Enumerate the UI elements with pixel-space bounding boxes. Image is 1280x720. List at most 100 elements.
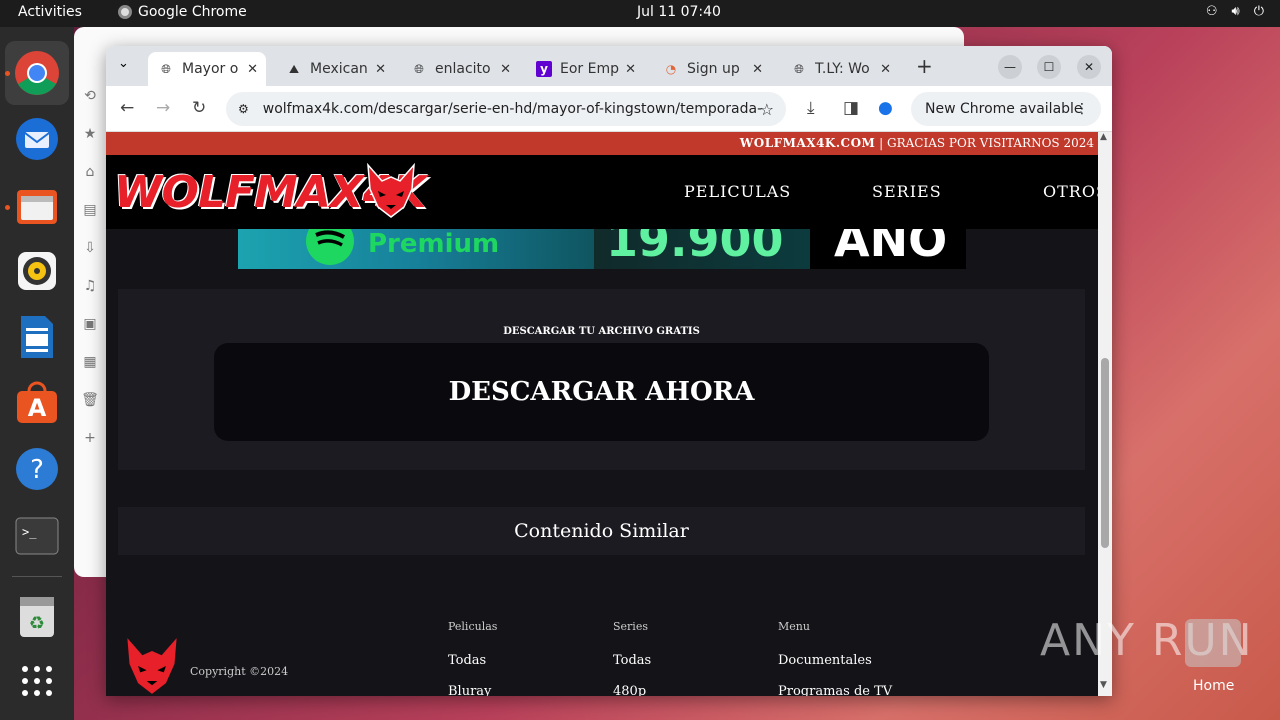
close-tab-icon[interactable]: ✕ — [375, 62, 386, 77]
minimize-button[interactable]: — — [998, 55, 1022, 79]
banner-ano: AÑO — [834, 229, 948, 267]
page-viewport[interactable]: WOLFMAX4K.COM | GRACIAS POR VISITARNOS 2… — [106, 132, 1098, 696]
globe-icon: 🌐︎ — [414, 61, 424, 76]
downloads-button[interactable]: ⤓ — [807, 98, 815, 118]
dock-divider — [12, 576, 62, 577]
banner-section: 19.900 — [594, 229, 810, 269]
home-folder-desktop-icon[interactable] — [1185, 619, 1241, 667]
pictures-icon[interactable]: ▣ — [74, 305, 106, 343]
nav-series[interactable]: SERIES — [872, 182, 942, 201]
tab-sign-up[interactable]: ◔ Sign up ✕ — [653, 52, 771, 86]
address-bar[interactable]: ⚙ wolfmax4k.com/descargar/serie-en-hd/ma… — [226, 92, 786, 126]
browser-toolbar: ← → ↻ ⚙ wolfmax4k.com/descargar/serie-en… — [106, 86, 1112, 132]
tab-label: Eor Emp — [560, 61, 619, 77]
top-announcement: WOLFMAX4K.COM | GRACIAS POR VISITARNOS 2… — [106, 132, 1098, 155]
menu-kebab-icon[interactable]: ⋮ — [1075, 101, 1089, 117]
network-icon: ⚇ — [1205, 4, 1218, 19]
close-window-button[interactable]: ✕ — [1077, 55, 1101, 79]
software-launcher[interactable]: A — [13, 379, 61, 427]
wolf-logo-icon[interactable] — [364, 163, 418, 219]
tab-eor-emp[interactable]: y Eor Emp ✕ — [526, 52, 644, 86]
documents-icon[interactable]: ▤ — [74, 191, 106, 229]
tab-label: Mayor o — [182, 61, 239, 77]
downloads-icon[interactable]: ⇩ — [74, 229, 106, 267]
recent-icon[interactable]: ⟲ — [74, 77, 106, 115]
tab-mayor[interactable]: 🌐︎ Mayor o ✕ — [148, 52, 266, 86]
starred-icon[interactable]: ★ — [74, 115, 106, 153]
url-text[interactable]: wolfmax4k.com/descargar/serie-en-hd/mayo… — [263, 101, 763, 117]
clock[interactable]: Jul 11 07:40 — [637, 4, 721, 20]
system-tray[interactable]: ⚇ 🔊︎ ⏻ — [1206, 4, 1264, 19]
maximize-button[interactable]: ☐ — [1037, 55, 1061, 79]
bookmark-star-icon[interactable]: ☆ — [760, 100, 774, 119]
tab-label: enlacito — [435, 61, 491, 77]
app-menu[interactable]: Google Chrome — [118, 4, 247, 20]
footer-link[interactable]: Bluray — [448, 684, 497, 696]
page-scrollbar[interactable]: ▲ ▼ — [1098, 132, 1112, 696]
files-launcher[interactable] — [13, 182, 61, 230]
home-desktop-label[interactable]: Home — [1193, 678, 1234, 694]
power-icon: ⏻ — [1253, 4, 1264, 19]
banner-premium: Premium — [368, 229, 500, 259]
signup-icon: ◔ — [665, 62, 677, 76]
svg-text:A: A — [28, 394, 47, 422]
apps-grid-icon — [22, 666, 52, 696]
scroll-up-arrow-icon[interactable]: ▲ — [1100, 132, 1107, 142]
reload-button[interactable]: ↻ — [192, 98, 206, 118]
rhythmbox-launcher[interactable] — [13, 247, 61, 295]
close-tab-icon[interactable]: ✕ — [752, 62, 763, 77]
nav-peliculas[interactable]: PELICULAS — [684, 182, 791, 201]
activities-button[interactable]: Activities — [18, 4, 82, 20]
close-tab-icon[interactable]: ✕ — [625, 62, 636, 77]
terminal-launcher[interactable]: >_ — [13, 512, 61, 560]
footer-link[interactable]: Programas de TV — [778, 684, 892, 696]
footer-column-peliculas: Peliculas Todas Bluray — [448, 620, 497, 696]
chrome-window[interactable]: ⌄ 🌐︎ Mayor o ✕ ⛰︎ Mexican ✕ 🌐︎ enlacito … — [106, 46, 1112, 696]
videos-icon[interactable]: ▦ — [74, 343, 106, 381]
footer-heading: Peliculas — [448, 620, 498, 633]
close-tab-icon[interactable]: ✕ — [500, 62, 511, 77]
chrome-launcher[interactable] — [5, 41, 69, 105]
forward-button[interactable]: → — [156, 98, 170, 118]
scroll-down-arrow-icon[interactable]: ▼ — [1100, 680, 1107, 690]
site-info-icon[interactable]: ⚙ — [238, 102, 249, 116]
tab-enlacito[interactable]: 🌐︎ enlacito ✕ — [401, 52, 519, 86]
tab-tly[interactable]: 🌐︎ T.LY: Wo ✕ — [781, 52, 899, 86]
file-manager-sidebar: ⟲ ★ ⌂ ▤ ⇩ ♫ ▣ ▦ 🗑︎ + — [74, 77, 106, 457]
announcement-text: | GRACIAS POR VISITARNOS 2024 — [875, 136, 1094, 150]
footer-link[interactable]: Documentales — [778, 653, 892, 668]
profile-icon[interactable]: ● — [878, 98, 893, 118]
nav-otros[interactable]: OTROS — [1043, 182, 1098, 201]
show-apps-button[interactable] — [13, 657, 61, 705]
trash-launcher[interactable]: ♻ — [13, 593, 61, 641]
home-folder-icon[interactable]: ⌂ — [74, 153, 106, 191]
trash-folder-icon[interactable]: 🗑︎ — [74, 381, 106, 419]
volume-icon: 🔊︎ — [1231, 4, 1240, 19]
help-launcher[interactable]: ? — [13, 445, 61, 493]
thunderbird-launcher[interactable] — [13, 115, 61, 163]
ad-banner[interactable]: Premium 19.900 AÑO — [238, 229, 966, 269]
footer-link[interactable]: 480p — [613, 684, 651, 696]
banner-section: Premium — [238, 229, 594, 269]
footer-link[interactable]: Todas — [613, 653, 651, 668]
tab-mexican[interactable]: ⛰︎ Mexican ✕ — [276, 52, 394, 86]
side-panel-button[interactable]: ◨ — [843, 98, 859, 118]
footer-wolf-logo-icon[interactable] — [122, 636, 182, 696]
new-chrome-available-button[interactable]: New Chrome available ⋮ — [911, 92, 1101, 126]
new-tab-button[interactable]: + — [916, 54, 933, 78]
yahoo-icon: y — [536, 61, 552, 77]
tab-search-icon[interactable]: ⌄ — [118, 56, 129, 71]
close-tab-icon[interactable]: ✕ — [247, 62, 258, 77]
trash-icon: ♻ — [20, 597, 54, 637]
close-tab-icon[interactable]: ✕ — [880, 62, 891, 77]
back-button[interactable]: ← — [120, 98, 134, 118]
music-icon[interactable]: ♫ — [74, 267, 106, 305]
scrollbar-thumb[interactable] — [1101, 358, 1109, 548]
add-location-icon[interactable]: + — [74, 419, 106, 457]
footer-link[interactable]: Todas — [448, 653, 497, 668]
writer-launcher[interactable] — [13, 313, 61, 361]
footer-heading: Menu — [778, 620, 810, 633]
announcement-brand: WOLFMAX4K.COM — [739, 136, 876, 150]
help-icon: ? — [16, 448, 58, 490]
download-now-button[interactable]: DESCARGAR AHORA — [214, 343, 989, 441]
